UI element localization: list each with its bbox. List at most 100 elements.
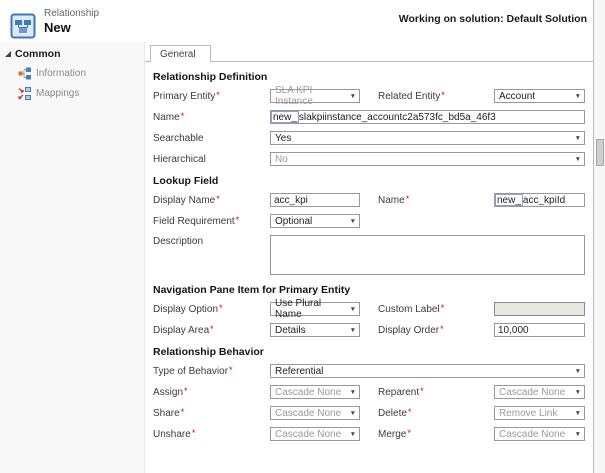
section-heading-navigation-pane: Navigation Pane Item for Primary Entity [153, 284, 593, 296]
lookup-name-prefix: new_ [495, 194, 523, 206]
form-row: Display Name* acc_kpi Name* new_acc_kpiI… [153, 193, 593, 207]
dropdown-arrow-icon: ▼ [350, 306, 356, 313]
required-marker: * [184, 386, 188, 396]
common-group-label: Common [15, 48, 61, 60]
dropdown-arrow-icon: ▼ [350, 410, 356, 417]
dropdown-arrow-icon: ▼ [575, 93, 581, 100]
required-marker: * [406, 194, 410, 204]
section-heading-lookup-field: Lookup Field [153, 175, 593, 187]
form-row: Share* Cascade None▼ Delete* Remove Link… [153, 406, 593, 420]
form-row: Name* new_slakpiinstance_accountc2a573fc… [153, 110, 593, 124]
form-content: General Relationship Definition Primary … [145, 42, 593, 473]
related-entity-select[interactable]: Account▼ [494, 89, 585, 103]
custom-label-input [494, 302, 585, 316]
dropdown-arrow-icon: ▼ [575, 431, 581, 438]
searchable-label: Searchable [153, 133, 270, 144]
required-marker: * [219, 303, 223, 313]
related-entity-label: Related Entity* [378, 91, 494, 102]
hierarchical-select: No▼ [270, 152, 585, 166]
record-name: New [44, 20, 99, 35]
dropdown-arrow-icon: ▼ [350, 431, 356, 438]
dropdown-arrow-icon: ▼ [575, 135, 581, 142]
required-marker: * [181, 407, 185, 417]
form-row: Searchable Yes▼ [153, 131, 593, 145]
dialog-header: Relationship New Working on solution: De… [0, 0, 593, 42]
form-row: Display Option* Use Plural Name▼ Custom … [153, 302, 593, 316]
primary-entity-select: SLA KPI Instance▼ [270, 89, 360, 103]
dropdown-arrow-icon: ▼ [350, 218, 356, 225]
required-marker: * [420, 386, 424, 396]
required-marker: * [229, 365, 233, 375]
name-label: Name* [153, 112, 270, 123]
type-of-behavior-label: Type of Behavior* [153, 366, 270, 377]
dropdown-arrow-icon: ▼ [575, 156, 581, 163]
dropdown-arrow-icon: ▼ [350, 93, 356, 100]
form-row: Field Requirement* Optional▼ [153, 214, 593, 228]
description-label: Description [153, 235, 270, 249]
tab-general[interactable]: General [150, 45, 211, 63]
mappings-icon [18, 87, 31, 100]
required-marker: * [440, 324, 444, 334]
sidebar: Common Information Mappings [0, 42, 145, 473]
field-requirement-label: Field Requirement* [153, 216, 270, 227]
description-textarea[interactable] [270, 235, 585, 275]
searchable-select[interactable]: Yes▼ [270, 131, 585, 145]
required-marker: * [441, 90, 445, 100]
reparent-label: Reparent* [378, 387, 494, 398]
form-row: Primary Entity* SLA KPI Instance▼ Relate… [153, 89, 593, 103]
form-row: Type of Behavior* Referential▼ [153, 364, 593, 378]
dropdown-arrow-icon: ▼ [575, 368, 581, 375]
display-option-label: Display Option* [153, 304, 270, 315]
merge-select: Cascade None▼ [494, 427, 585, 441]
sidebar-item-mappings[interactable]: Mappings [0, 87, 144, 100]
vertical-scrollbar[interactable] [593, 0, 605, 473]
relationship-diagram-icon [18, 67, 31, 80]
unshare-label: Unshare* [153, 429, 270, 440]
display-area-select[interactable]: Details▼ [270, 323, 360, 337]
required-marker: * [236, 215, 240, 225]
assign-select: Cascade None▼ [270, 385, 360, 399]
share-label: Share* [153, 408, 270, 419]
name-prefix: new_ [271, 111, 299, 123]
dropdown-arrow-icon: ▼ [350, 389, 356, 396]
form-row: Assign* Cascade None▼ Reparent* Cascade … [153, 385, 593, 399]
assign-label: Assign* [153, 387, 270, 398]
display-order-label: Display Order* [378, 325, 494, 336]
dropdown-arrow-icon: ▼ [350, 327, 356, 334]
form-row: Description [153, 235, 593, 275]
unshare-select: Cascade None▼ [270, 427, 360, 441]
required-marker: * [441, 303, 445, 313]
required-marker: * [408, 407, 412, 417]
sidebar-group-common[interactable]: Common [0, 48, 144, 60]
share-select: Cascade None▼ [270, 406, 360, 420]
lookup-name-label: Name* [378, 195, 494, 206]
custom-label-label: Custom Label* [378, 304, 494, 315]
delete-label: Delete* [378, 408, 494, 419]
record-type-label: Relationship [44, 8, 99, 19]
field-requirement-select[interactable]: Optional▼ [270, 214, 360, 228]
type-of-behavior-select[interactable]: Referential▼ [270, 364, 585, 378]
scrollbar-thumb[interactable] [596, 139, 604, 166]
sidebar-item-label: Information [36, 68, 86, 79]
delete-select: Remove Link▼ [494, 406, 585, 420]
form-row: Hierarchical No▼ [153, 152, 593, 166]
display-order-input[interactable]: 10,000 [494, 323, 585, 337]
display-area-label: Display Area* [153, 325, 270, 336]
display-name-input[interactable]: acc_kpi [270, 193, 360, 207]
reparent-select: Cascade None▼ [494, 385, 585, 399]
sidebar-item-label: Mappings [36, 88, 79, 99]
expander-icon[interactable] [5, 51, 11, 57]
required-marker: * [192, 428, 196, 438]
section-heading-relationship-behavior: Relationship Behavior [153, 346, 593, 358]
required-marker: * [181, 111, 185, 121]
required-marker: * [216, 90, 220, 100]
required-marker: * [407, 428, 411, 438]
required-marker: * [210, 324, 214, 334]
hierarchical-label: Hierarchical [153, 154, 270, 165]
lookup-name-input[interactable]: new_acc_kpiId [494, 193, 585, 207]
form-row: Display Area* Details▼ Display Order* 10… [153, 323, 593, 337]
required-marker: * [216, 194, 220, 204]
sidebar-item-information[interactable]: Information [0, 67, 144, 80]
display-option-select[interactable]: Use Plural Name▼ [270, 302, 360, 316]
name-input[interactable]: new_slakpiinstance_accountc2a573fc_bd5a_… [270, 110, 585, 124]
